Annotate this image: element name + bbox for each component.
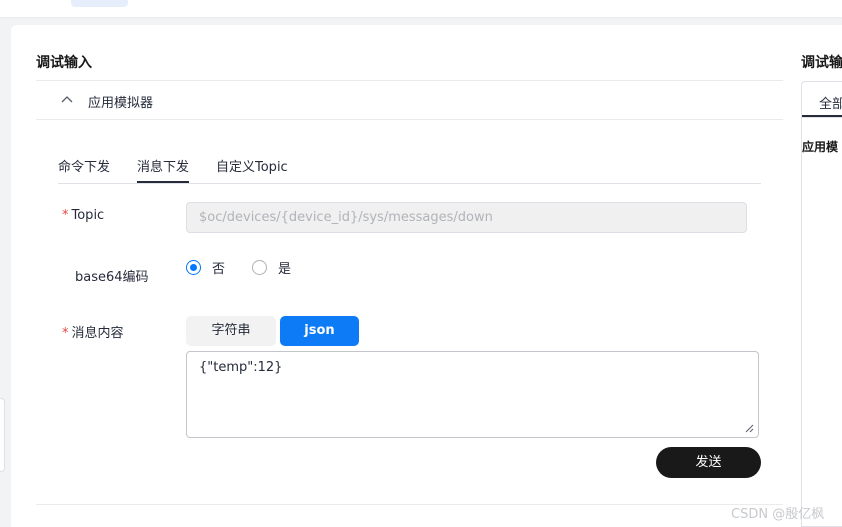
- required-mark: *: [62, 208, 69, 223]
- required-mark: *: [62, 326, 69, 341]
- tab-command-send[interactable]: 命令下发: [58, 156, 110, 181]
- tab-custom-topic[interactable]: 自定义Topic: [216, 156, 288, 181]
- active-tab-indicator: [802, 115, 842, 117]
- format-string-button[interactable]: 字符串: [186, 316, 276, 346]
- radio-label-no: 否: [212, 262, 226, 277]
- radio-circle: [252, 260, 267, 275]
- tab-message-send[interactable]: 消息下发: [137, 156, 190, 183]
- topic-input[interactable]: $oc/devices/{device_id}/sys/messages/dow…: [186, 202, 747, 233]
- app-simulator-collapse-header[interactable]: 应用模拟器: [36, 81, 783, 119]
- radio-label-yes: 是: [278, 262, 292, 277]
- message-content-value: {"temp":12}: [199, 360, 283, 375]
- debug-input-title: 调试输入: [36, 55, 92, 71]
- watermark: CSDN @殷亿枫: [731, 507, 825, 522]
- top-bar-active-tab[interactable]: [71, 0, 128, 7]
- chevron-up-icon: [61, 96, 73, 103]
- tab-all[interactable]: 全部: [819, 93, 842, 112]
- debug-panel: 调试输入 应用模拟器 命令下发 消息下发 自定义Topic * Topic $oc…: [11, 25, 842, 527]
- simulator-tabs: 命令下发 消息下发 自定义Topic: [58, 153, 761, 184]
- left-side-handle[interactable]: [0, 398, 5, 472]
- format-json-button[interactable]: json: [280, 316, 359, 346]
- top-bar: [0, 0, 842, 17]
- debug-output-panel: 调试输 全部 应用模: [801, 25, 842, 527]
- divider: [802, 117, 842, 118]
- output-section-label: 应用模: [802, 140, 839, 154]
- app-simulator-label: 应用模拟器: [88, 96, 154, 111]
- debug-output-title: 调试输: [801, 55, 842, 71]
- send-button[interactable]: 发送: [656, 447, 761, 478]
- content-label: * 消息内容: [62, 326, 124, 341]
- message-content-textarea[interactable]: {"temp":12}: [186, 351, 759, 438]
- debug-output-box: 全部 应用模: [801, 81, 842, 527]
- base64-label: base64编码: [75, 270, 149, 285]
- divider: [36, 504, 783, 505]
- radio-circle-checked: [186, 260, 201, 275]
- resize-handle-icon[interactable]: [745, 424, 754, 433]
- base64-radio-no[interactable]: 否: [186, 258, 225, 277]
- divider: [36, 119, 783, 120]
- base64-radio-yes[interactable]: 是: [252, 258, 291, 277]
- topic-label: * Topic: [62, 208, 105, 223]
